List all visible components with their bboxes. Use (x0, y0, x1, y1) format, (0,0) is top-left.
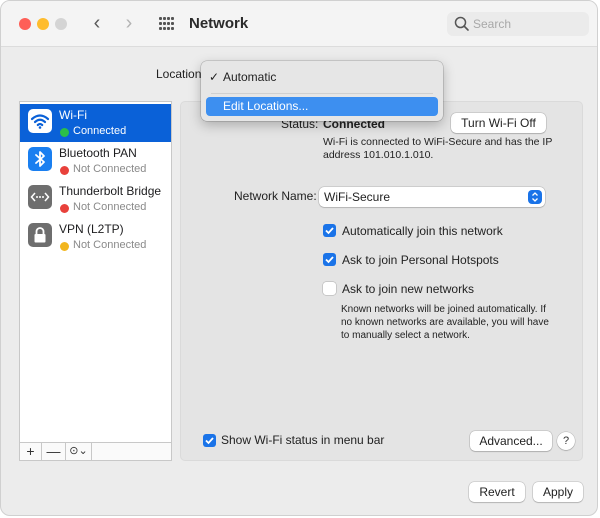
chevron-left-icon: ‹ (93, 12, 101, 34)
status-dot (60, 242, 69, 251)
service-status: Connected (73, 125, 127, 137)
search-placeholder: Search (473, 17, 512, 31)
status-dot (60, 128, 69, 137)
service-list-toolbar: + — ⊙⌄ (20, 442, 171, 460)
show-wifi-status-checkbox[interactable] (203, 434, 216, 447)
window-title: Network (189, 15, 249, 32)
advanced-button[interactable]: Advanced... (470, 431, 552, 451)
service-item-vpn[interactable]: VPN (L2TP) Not Connected (20, 218, 171, 256)
menu-item-automatic[interactable]: Automatic (223, 70, 276, 84)
forward-button[interactable]: › (119, 13, 139, 35)
auto-join-checkbox[interactable] (323, 224, 336, 237)
revert-button[interactable]: Revert (469, 482, 525, 502)
status-dot (60, 166, 69, 175)
location-dropdown-menu: ✓ Automatic Edit Locations... (201, 61, 443, 121)
updown-chevron-icon (528, 190, 542, 204)
checkmark-icon (325, 256, 334, 264)
location-label: Location: (156, 67, 205, 81)
service-name: VPN (L2TP) (59, 222, 124, 236)
chevron-right-icon: › (125, 12, 133, 34)
service-item-wifi[interactable]: Wi-Fi Connected (20, 104, 171, 142)
add-service-button[interactable]: + (20, 443, 42, 460)
connection-description: Wi-Fi is connected to WiFi-Secure and ha… (323, 136, 553, 161)
turn-wifi-off-button[interactable]: Turn Wi-Fi Off (451, 113, 546, 133)
menu-item-edit-locations[interactable]: Edit Locations... (206, 97, 438, 116)
network-preferences-window: ‹ › Network Search Location: Wi-Fi Conne… (0, 0, 598, 516)
menu-separator (211, 93, 433, 94)
search-icon (454, 16, 469, 31)
service-name: Thunderbolt Bridge (59, 184, 162, 198)
ask-new-networks-checkbox[interactable] (323, 282, 336, 295)
wifi-icon (28, 109, 52, 133)
network-name-value: WiFi-Secure (324, 190, 391, 204)
ask-hotspots-label: Ask to join Personal Hotspots (342, 253, 499, 267)
service-actions-menu-button[interactable]: ⊙⌄ (66, 443, 92, 460)
auto-join-label: Automatically join this network (342, 224, 503, 238)
network-name-label: Network Name: (234, 189, 317, 203)
service-name: Bluetooth PAN (59, 146, 137, 160)
service-item-thunderbolt-bridge[interactable]: Thunderbolt Bridge Not Connected (20, 180, 171, 218)
search-field[interactable]: Search (447, 12, 589, 36)
back-button[interactable]: ‹ (87, 13, 107, 35)
ask-new-networks-label: Ask to join new networks (342, 282, 475, 296)
checkmark-icon (325, 227, 334, 235)
service-status: Not Connected (73, 239, 147, 251)
service-name: Wi-Fi (59, 108, 87, 122)
bluetooth-icon (28, 147, 52, 171)
minimize-window-button[interactable] (37, 18, 49, 30)
checkmark-icon: ✓ (209, 70, 220, 84)
help-button[interactable]: ? (557, 432, 575, 450)
title-bar: ‹ › Network Search (1, 1, 597, 47)
thunderbolt-bridge-icon (28, 185, 52, 209)
service-status: Not Connected (73, 201, 147, 213)
show-all-grid-icon[interactable] (159, 17, 175, 31)
zoom-window-button[interactable] (55, 18, 67, 30)
show-wifi-status-label: Show Wi-Fi status in menu bar (221, 433, 385, 447)
service-item-bluetooth-pan[interactable]: Bluetooth PAN Not Connected (20, 142, 171, 180)
ask-hotspots-checkbox[interactable] (323, 253, 336, 266)
lock-icon (28, 223, 52, 247)
network-name-select[interactable]: WiFi-Secure (319, 187, 545, 207)
checkmark-icon (205, 437, 214, 445)
service-status: Not Connected (73, 163, 147, 175)
close-window-button[interactable] (19, 18, 31, 30)
service-list: Wi-Fi Connected Bluetooth PAN Not Connec… (19, 101, 172, 461)
known-networks-note: Known networks will be joined automatica… (341, 304, 549, 341)
status-dot (60, 204, 69, 213)
apply-button[interactable]: Apply (533, 482, 583, 502)
remove-service-button[interactable]: — (42, 443, 66, 460)
